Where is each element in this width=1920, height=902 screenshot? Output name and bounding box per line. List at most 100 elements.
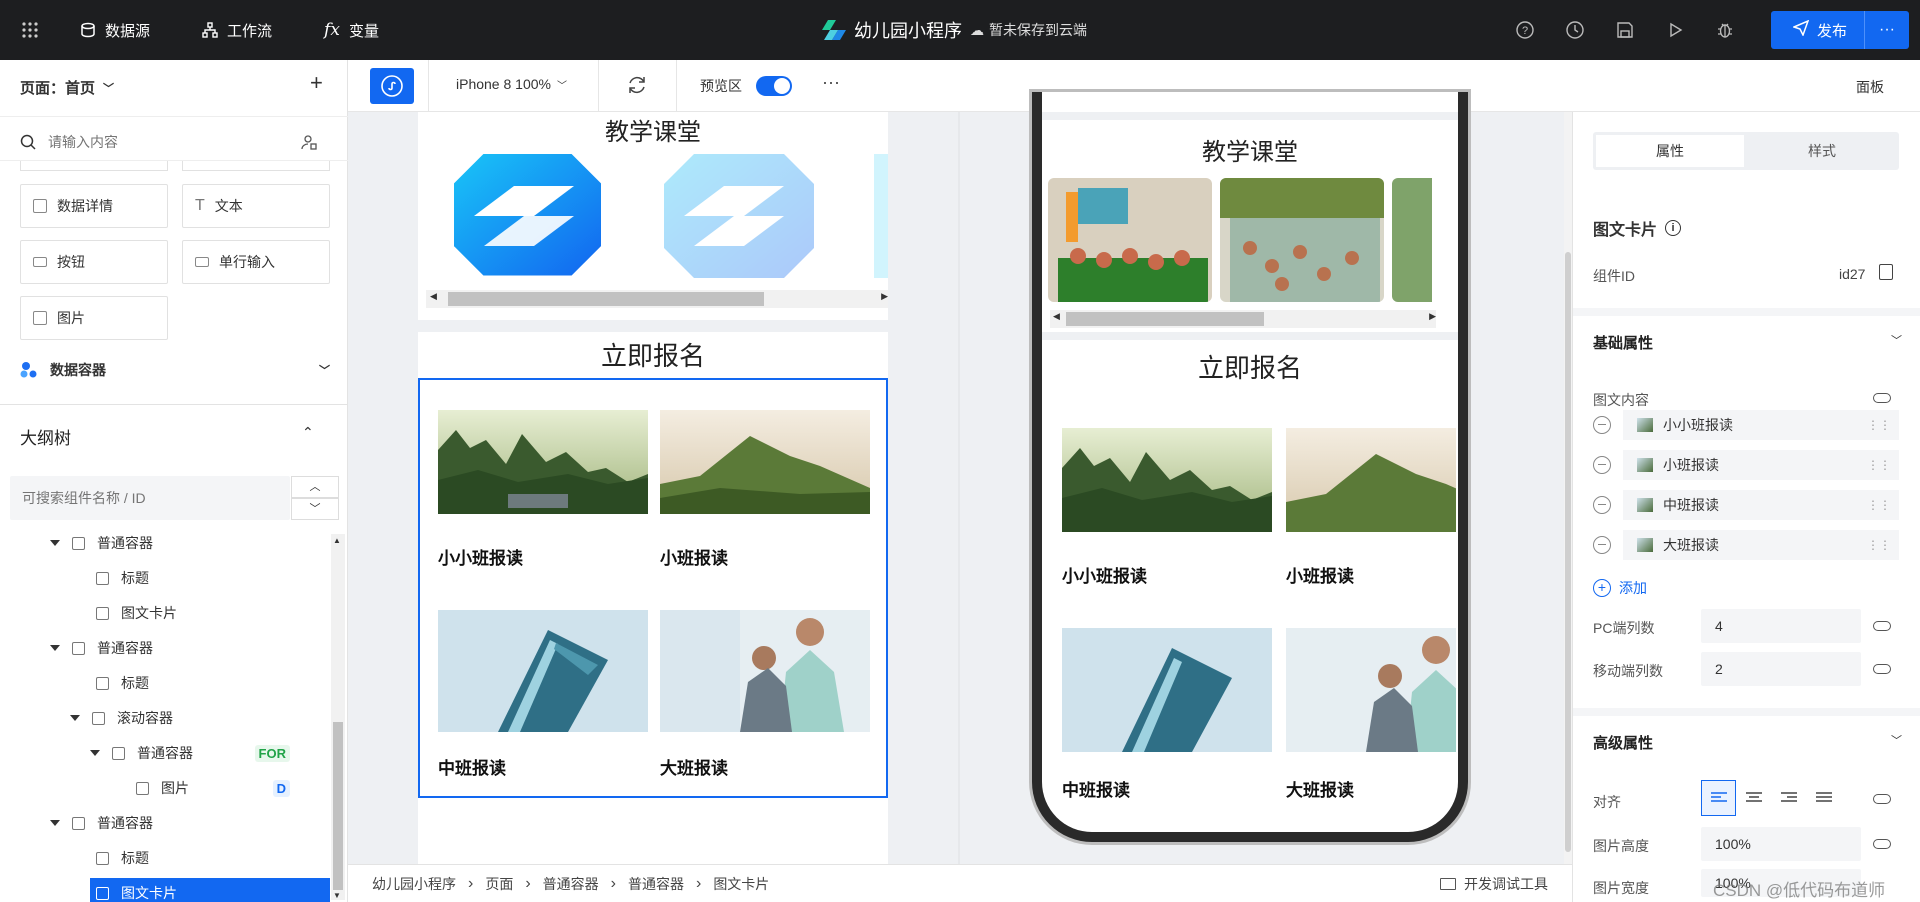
outline-tree-row[interactable]: 标题: [0, 561, 330, 595]
bind-link-icon[interactable]: [1873, 621, 1891, 631]
outline-tree-row[interactable]: 图文卡片: [0, 596, 330, 630]
canvas-scrollbar[interactable]: [1564, 112, 1572, 864]
breadcrumb-item[interactable]: 页面: [485, 874, 513, 894]
publish-button[interactable]: 发布 ···: [1771, 11, 1909, 49]
mobile-classroom-photo-3[interactable]: [1392, 178, 1432, 302]
outline-tree-row[interactable]: 普通容器: [0, 530, 330, 560]
image-text-card-selected[interactable]: 小小班报读 小班报读 中班报读 大班报读: [418, 378, 888, 798]
scroll-image-2[interactable]: [664, 154, 814, 278]
outline-tree-row[interactable]: 图片 D: [0, 771, 330, 805]
component-image[interactable]: 图片: [20, 296, 168, 340]
mobile-card-image-1[interactable]: [1062, 428, 1272, 532]
info-icon[interactable]: i: [1665, 220, 1682, 236]
remove-item-icon[interactable]: [1593, 456, 1611, 474]
chevron-down-icon[interactable]: ﹀: [1891, 332, 1902, 348]
content-item[interactable]: 中班报读 ⋮⋮: [1623, 490, 1899, 520]
search-input[interactable]: [48, 134, 288, 150]
scroll-image-1[interactable]: [454, 154, 604, 278]
mobile-horizontal-scrollbar[interactable]: ◀ ▶: [1050, 310, 1436, 328]
content-item[interactable]: 小小班报读 ⋮⋮: [1623, 410, 1899, 440]
drag-handle-icon[interactable]: ⋮⋮: [1867, 498, 1891, 512]
workflow-menu[interactable]: 工作流: [200, 0, 272, 60]
miniprogram-mode-button[interactable]: [370, 68, 414, 104]
outline-tree-row[interactable]: 图文卡片: [0, 876, 330, 902]
outline-tree-row[interactable]: 滚动容器: [0, 701, 330, 735]
run-preview-icon[interactable]: [1664, 19, 1686, 41]
mobile-card-image-2[interactable]: [1286, 428, 1456, 532]
outline-tree-row[interactable]: 普通容器 FOR: [0, 736, 330, 770]
align-justify-icon[interactable]: [1806, 780, 1841, 816]
drag-handle-icon[interactable]: ⋮⋮: [1867, 418, 1891, 432]
mobile-cols-input[interactable]: 2: [1701, 652, 1861, 686]
card-image-2[interactable]: [660, 410, 870, 514]
breadcrumb-item[interactable]: 普通容器: [628, 874, 684, 894]
refresh-icon[interactable]: [626, 74, 648, 99]
apps-grid-icon[interactable]: [20, 0, 40, 60]
data-container-group[interactable]: 数据容器 ﹀: [20, 360, 330, 380]
panel-toggle[interactable]: 面板: [1856, 77, 1884, 97]
horizontal-scrollbar[interactable]: ◀ ▶: [426, 290, 888, 308]
bind-link-icon[interactable]: [1873, 794, 1891, 804]
expand-collapse-icon[interactable]: ⌃: [302, 424, 314, 441]
content-item[interactable]: 小班报读 ⋮⋮: [1623, 450, 1899, 480]
card-image-1[interactable]: [438, 410, 648, 514]
mobile-classroom-photo-1[interactable]: [1048, 178, 1212, 302]
breadcrumb-item[interactable]: 幼儿园小程序: [372, 874, 456, 894]
bind-link-icon[interactable]: [1873, 664, 1891, 674]
align-center-icon[interactable]: [1736, 780, 1771, 816]
chevron-down-icon[interactable]: ﹀: [1891, 732, 1902, 748]
drag-handle-icon[interactable]: ⋮⋮: [1867, 458, 1891, 472]
prev-match-button[interactable]: ︿: [291, 476, 339, 498]
content-item[interactable]: 大班报读 ⋮⋮: [1623, 530, 1899, 560]
breadcrumb-item[interactable]: 普通容器: [543, 874, 599, 894]
variables-menu[interactable]: fx 变量: [322, 0, 379, 60]
caret-down-icon[interactable]: [70, 715, 80, 721]
mobile-card-image-3[interactable]: [1062, 628, 1272, 752]
preview-toggle[interactable]: [756, 76, 792, 96]
outline-search-input[interactable]: [22, 490, 282, 506]
component-single-input[interactable]: 单行输入: [182, 240, 330, 284]
tab-style[interactable]: 样式: [1748, 135, 1896, 167]
tab-properties[interactable]: 属性: [1596, 135, 1744, 167]
copy-icon[interactable]: [1879, 264, 1893, 280]
outline-tree-row[interactable]: 普通容器: [0, 806, 330, 840]
bind-link-icon[interactable]: [1873, 393, 1891, 403]
caret-down-icon[interactable]: [50, 645, 60, 651]
drag-handle-icon[interactable]: ⋮⋮: [1867, 538, 1891, 552]
more-options-icon[interactable]: ···: [822, 72, 840, 93]
img-height-input[interactable]: 100%: [1701, 827, 1861, 861]
breadcrumb-item[interactable]: 图文卡片: [713, 874, 769, 894]
add-item-button[interactable]: + 添加: [1593, 578, 1647, 598]
align-left-icon[interactable]: [1701, 780, 1736, 816]
card-image-4[interactable]: [660, 610, 870, 732]
component-text[interactable]: T 文本: [182, 184, 330, 228]
component-button[interactable]: 按钮: [20, 240, 168, 284]
mobile-classroom-photo-2[interactable]: [1220, 178, 1384, 302]
remove-item-icon[interactable]: [1593, 536, 1611, 554]
outline-tree-row[interactable]: 标题: [0, 841, 330, 875]
help-icon[interactable]: ?: [1514, 19, 1536, 41]
device-selector[interactable]: iPhone 8 100% ﹀: [456, 76, 567, 92]
outline-scrollbar[interactable]: ▲ ▼: [331, 534, 345, 900]
page-selector[interactable]: 页面：首页 ﹀: [20, 77, 114, 98]
remove-item-icon[interactable]: [1593, 496, 1611, 514]
mobile-card-image-4[interactable]: [1286, 628, 1456, 752]
caret-down-icon[interactable]: [50, 540, 60, 546]
caret-down-icon[interactable]: [90, 750, 100, 756]
history-icon[interactable]: [1564, 19, 1586, 41]
devtools-button[interactable]: 开发调试工具: [1440, 874, 1548, 894]
publish-more-icon[interactable]: ···: [1865, 21, 1909, 39]
component-data-detail[interactable]: 数据详情: [20, 184, 168, 228]
scroll-image-3[interactable]: [874, 154, 888, 278]
align-right-icon[interactable]: [1771, 780, 1806, 816]
outline-tree-row[interactable]: 标题: [0, 666, 330, 700]
card-image-3[interactable]: [438, 610, 648, 732]
save-icon[interactable]: [1614, 19, 1636, 41]
bind-link-icon[interactable]: [1873, 839, 1891, 849]
pc-cols-input[interactable]: 4: [1701, 609, 1861, 643]
caret-down-icon[interactable]: [50, 820, 60, 826]
remove-item-icon[interactable]: [1593, 416, 1611, 434]
add-page-icon[interactable]: +: [310, 70, 323, 96]
component-search[interactable]: [20, 124, 330, 160]
debug-bug-icon[interactable]: [1714, 19, 1736, 41]
